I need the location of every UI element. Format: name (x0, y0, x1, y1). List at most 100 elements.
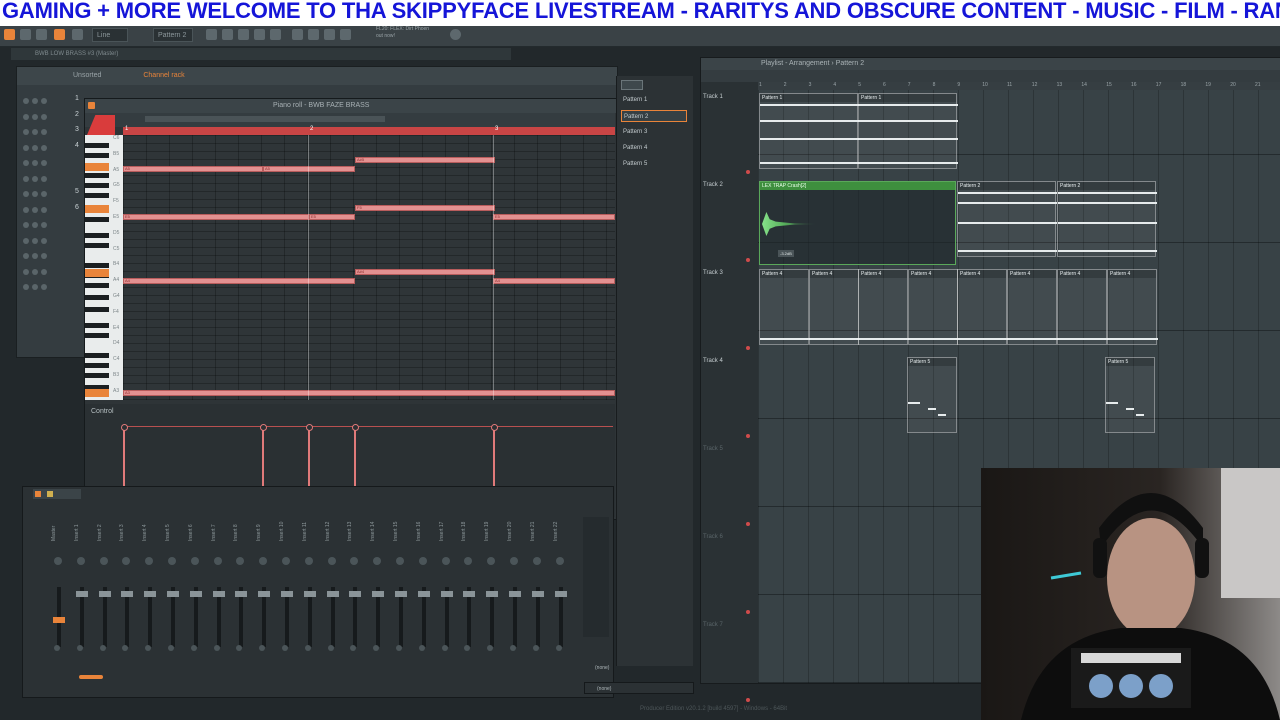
black-key[interactable] (85, 263, 109, 268)
mixer-strip[interactable]: Insert 13 (345, 517, 365, 687)
black-key[interactable] (85, 243, 109, 248)
mixer-strip[interactable]: Insert 19 (482, 517, 502, 687)
note[interactable]: A4 (493, 278, 615, 284)
pan-knob[interactable] (441, 557, 450, 565)
news-panel[interactable]: FL20: FLEX: Dirt Phoen out now! (376, 26, 429, 40)
track-mute-icon[interactable] (746, 258, 750, 262)
render-icon[interactable] (340, 29, 351, 40)
channel-button-icon[interactable] (23, 253, 29, 259)
mixer-strip[interactable]: Insert 15 (391, 517, 411, 687)
black-key[interactable] (85, 333, 109, 338)
pan-knob[interactable] (236, 557, 245, 565)
pattern-clip[interactable]: Pattern 4 (908, 269, 959, 345)
note[interactable]: A5 (263, 166, 355, 172)
pan-knob[interactable] (54, 557, 62, 565)
velocity-handle[interactable] (306, 424, 313, 431)
channel-button-icon[interactable] (32, 113, 38, 120)
pattern-clip[interactable]: Pattern 4 (1057, 269, 1108, 345)
mixer-strip[interactable]: Insert 16 (414, 517, 434, 687)
stereo-knob[interactable] (327, 645, 334, 651)
channel-row[interactable]: 1 (23, 95, 83, 107)
track-label[interactable]: Track 3 (703, 270, 753, 276)
fader-cap[interactable] (509, 591, 521, 597)
highlighted-key[interactable] (85, 389, 109, 397)
fader-cap[interactable] (531, 591, 544, 597)
stereo-knob[interactable] (213, 645, 220, 651)
piano-roll-title-bar[interactable]: Piano roll - BWB FAZE BRASS (85, 99, 617, 113)
track-label[interactable]: Track 7 (703, 622, 753, 628)
mixer-view-icon[interactable] (47, 491, 53, 497)
stereo-knob[interactable] (259, 645, 266, 651)
mixer-strip[interactable]: Insert 2 (95, 517, 115, 687)
black-key[interactable] (85, 183, 109, 188)
fader-cap[interactable] (98, 591, 111, 597)
fader-cap[interactable] (486, 591, 499, 597)
channel-button-icon[interactable] (41, 206, 47, 213)
pattern-clip[interactable]: Pattern 4 (858, 269, 909, 345)
black-key[interactable] (85, 173, 109, 178)
pattern-clip[interactable]: Pattern 5 (907, 357, 957, 433)
fader-cap[interactable] (463, 591, 476, 597)
note[interactable]: A#5 (355, 157, 495, 163)
online-icon[interactable] (450, 29, 461, 40)
black-key[interactable] (85, 323, 109, 328)
pan-knob[interactable] (122, 557, 131, 565)
channel-button-icon[interactable] (23, 222, 29, 228)
mixer-strip[interactable]: Insert 22 (551, 517, 571, 687)
note[interactable]: F5 (355, 205, 495, 211)
pattern-clip[interactable]: Pattern 4 (809, 269, 860, 345)
velocity-handle[interactable] (260, 424, 267, 431)
channel-button-icon[interactable] (23, 206, 29, 213)
mixer-strip[interactable]: Insert 3 (117, 517, 137, 687)
mixer-menu-icon[interactable] (35, 491, 41, 497)
black-key[interactable] (85, 283, 109, 288)
track-label[interactable]: Track 4 (703, 358, 753, 364)
channel-button-icon[interactable] (23, 160, 29, 166)
pattern-clip[interactable]: Pattern 1 (759, 93, 859, 169)
mixer-strip[interactable]: Insert 14 (368, 517, 388, 687)
playlist-ruler[interactable]: 1 2 3 4 5 6 7 8 9 10 11 12 13 14 15 16 17 18 19 20 21 (758, 82, 1280, 90)
channel-button-icon[interactable] (23, 268, 29, 275)
pan-knob[interactable] (76, 557, 85, 565)
pan-knob[interactable] (373, 557, 382, 565)
file-menu-icon[interactable] (20, 29, 31, 40)
pan-knob[interactable] (168, 557, 176, 565)
channel-row[interactable] (23, 173, 83, 185)
velocity-handle[interactable] (121, 424, 128, 431)
channel-row[interactable]: 6 (23, 204, 83, 216)
pan-knob[interactable] (555, 557, 564, 565)
pan-knob[interactable] (532, 557, 541, 565)
metronome-icon[interactable] (324, 29, 335, 40)
channel-button-icon[interactable] (41, 144, 47, 151)
stereo-knob[interactable] (555, 645, 562, 651)
piano-keyboard[interactable]: C6 B5 A5 G5 F5 E5 D5 C5 B4 A4 G4 F4 E4 D4 C4 B3 A3 (85, 135, 123, 400)
channel-button-icon[interactable] (32, 175, 38, 182)
pan-knob[interactable] (396, 557, 404, 565)
stereo-knob[interactable] (282, 645, 288, 651)
track-label[interactable]: Track 6 (703, 534, 753, 540)
black-key[interactable] (85, 193, 109, 198)
velocity-handle[interactable] (352, 424, 359, 431)
stereo-knob[interactable] (418, 645, 425, 651)
mixer-strip[interactable]: Insert 20 (505, 517, 525, 687)
pan-knob[interactable] (145, 557, 154, 565)
highlighted-key[interactable] (85, 269, 109, 277)
channel-button-icon[interactable] (41, 253, 47, 259)
fader-cap[interactable] (372, 591, 385, 597)
black-key[interactable] (85, 363, 109, 368)
pattern-clip[interactable]: Pattern 5 (1105, 357, 1155, 433)
mixer-strip[interactable]: Insert 18 (459, 517, 479, 687)
channel-row[interactable]: 4 (23, 142, 83, 154)
channel-button-icon[interactable] (32, 268, 38, 275)
highlighted-key[interactable] (85, 163, 109, 171)
channel-rack-title-bar[interactable]: Unsorted Channel rack (17, 67, 617, 85)
black-key[interactable] (85, 153, 109, 158)
channel-button-icon[interactable] (32, 253, 38, 259)
stereo-knob[interactable] (350, 645, 357, 651)
track-mute-icon[interactable] (746, 610, 750, 614)
fader-cap[interactable] (440, 591, 453, 597)
stereo-knob[interactable] (99, 645, 106, 651)
fader-cap[interactable] (75, 591, 88, 597)
plugin-picker-icon[interactable] (270, 29, 281, 40)
track-mute-icon[interactable] (746, 698, 750, 702)
